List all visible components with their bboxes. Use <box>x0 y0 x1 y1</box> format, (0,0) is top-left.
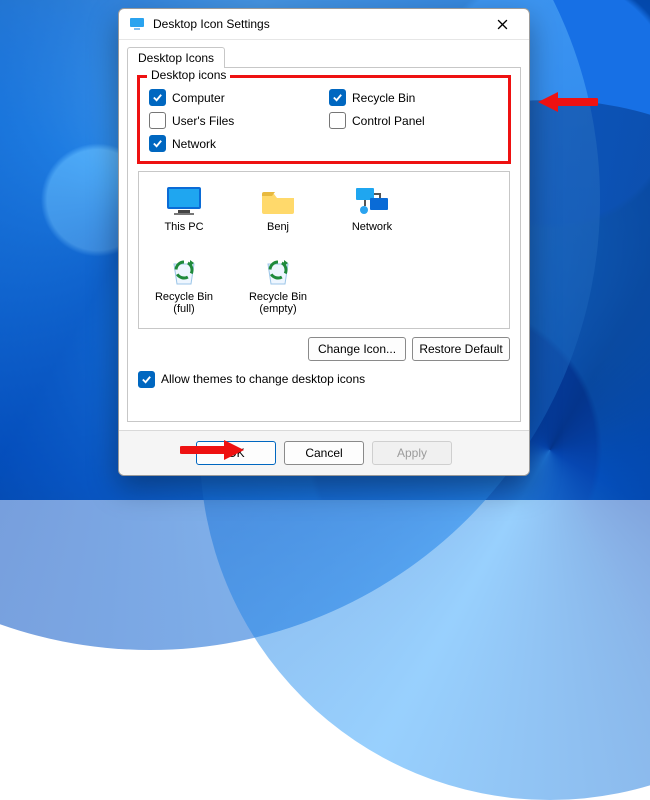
desktop-icon-settings-dialog: Desktop Icon Settings Desktop Icons Desk… <box>118 8 530 476</box>
cancel-button[interactable]: Cancel <box>284 441 364 465</box>
tab-desktop-icons[interactable]: Desktop Icons <box>127 47 225 68</box>
recycle-icon <box>258 254 298 288</box>
folder-icon <box>258 184 298 218</box>
monitor-icon <box>164 184 204 218</box>
dialog-footer: OK Cancel Apply <box>119 430 529 475</box>
checkbox-icon <box>149 112 166 129</box>
preview-icon-network[interactable]: Network <box>335 184 409 234</box>
close-button[interactable] <box>485 13 519 35</box>
window-title: Desktop Icon Settings <box>153 17 485 31</box>
preview-icon-benj[interactable]: Benj <box>241 184 315 234</box>
preview-icon-recycle-bin-empty-[interactable]: Recycle Bin (empty) <box>241 254 315 316</box>
change-icon-button[interactable]: Change Icon... <box>308 337 406 361</box>
checkbox-icon <box>149 135 166 152</box>
icon-label: Recycle Bin (full) <box>147 291 221 316</box>
icon-label: Recycle Bin (empty) <box>241 291 315 316</box>
checkbox-label: Network <box>172 137 216 151</box>
apply-button[interactable]: Apply <box>372 441 452 465</box>
checkbox-icon <box>329 112 346 129</box>
icon-label: This PC <box>164 221 203 234</box>
titlebar: Desktop Icon Settings <box>119 9 529 40</box>
tab-strip: Desktop Icons <box>119 40 529 67</box>
ok-button[interactable]: OK <box>196 441 276 465</box>
group-legend: Desktop icons <box>147 68 230 82</box>
checkbox-label: User's Files <box>172 114 234 128</box>
allow-themes-label: Allow themes to change desktop icons <box>161 372 365 386</box>
preview-icon-recycle-bin-full-[interactable]: Recycle Bin (full) <box>147 254 221 316</box>
checkbox-recycle-bin[interactable]: Recycle Bin <box>329 89 499 106</box>
checkbox-network[interactable]: Network <box>149 135 319 152</box>
icon-label: Network <box>352 221 392 234</box>
checkbox-label: Control Panel <box>352 114 425 128</box>
checkbox-computer[interactable]: Computer <box>149 89 319 106</box>
preview-icon-this-pc[interactable]: This PC <box>147 184 221 234</box>
checkbox-icon <box>329 89 346 106</box>
checkbox-icon <box>149 89 166 106</box>
icon-preview-well: This PC Benj Network Recycle Bin (full) Recy… <box>138 171 510 329</box>
recycle-icon <box>164 254 204 288</box>
network-icon <box>352 184 392 218</box>
tab-panel: Desktop icons Computer Recycle Bin User's … <box>127 67 521 422</box>
checkbox-control-panel[interactable]: Control Panel <box>329 112 499 129</box>
checkbox-user-s-files[interactable]: User's Files <box>149 112 319 129</box>
checkbox-icon <box>138 371 155 388</box>
desktop-icons-group: Desktop icons ComputerRecycle BinUser's … <box>138 76 510 163</box>
restore-default-button[interactable]: Restore Default <box>412 337 510 361</box>
window-icon <box>129 16 145 32</box>
allow-themes-checkbox[interactable]: Allow themes to change desktop icons <box>138 371 510 388</box>
icon-label: Benj <box>267 221 289 234</box>
checkbox-label: Computer <box>172 91 225 105</box>
checkbox-label: Recycle Bin <box>352 91 415 105</box>
